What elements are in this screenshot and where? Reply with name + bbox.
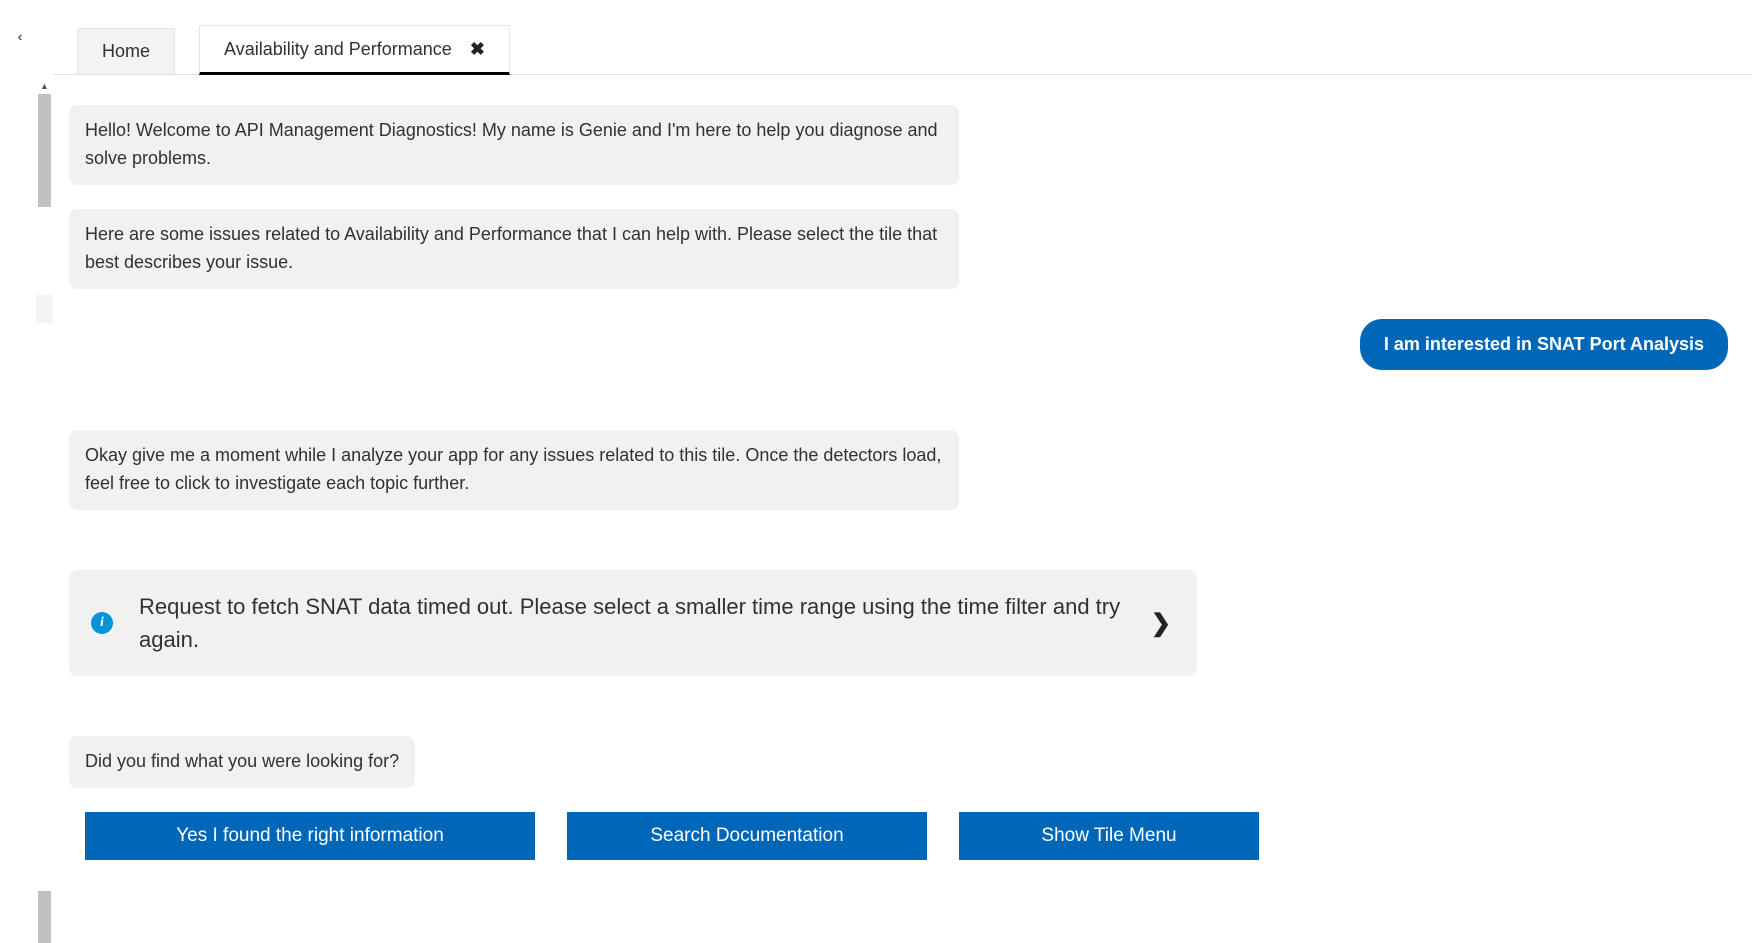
scrollbar[interactable]: ▲ xyxy=(36,0,53,943)
tab-label: Availability and Performance xyxy=(224,39,452,60)
tab-home[interactable]: Home xyxy=(77,28,175,74)
scroll-segment xyxy=(36,295,53,323)
close-icon[interactable]: ✖ xyxy=(470,40,485,58)
search-documentation-button[interactable]: Search Documentation xyxy=(567,812,927,860)
info-icon: i xyxy=(91,612,113,634)
collapse-icon[interactable]: ‹‹ xyxy=(18,30,19,43)
chat-area: Hello! Welcome to API Management Diagnos… xyxy=(53,75,1752,890)
scroll-thumb[interactable] xyxy=(38,94,51,207)
tab-availability-performance[interactable]: Availability and Performance ✖ xyxy=(199,25,510,75)
yes-found-info-button[interactable]: Yes I found the right information xyxy=(85,812,535,860)
info-card-snat-timeout[interactable]: i Request to fetch SNAT data timed out. … xyxy=(69,570,1197,676)
bot-message: Hello! Welcome to API Management Diagnos… xyxy=(69,105,959,185)
user-message: I am interested in SNAT Port Analysis xyxy=(1360,319,1728,371)
bot-message: Did you find what you were looking for? xyxy=(69,736,415,788)
bot-message: Here are some issues related to Availabi… xyxy=(69,209,959,289)
show-tile-menu-button[interactable]: Show Tile Menu xyxy=(959,812,1259,860)
bot-message: Okay give me a moment while I analyze yo… xyxy=(69,430,959,510)
tab-label: Home xyxy=(102,41,150,62)
chevron-right-icon: ❯ xyxy=(1147,609,1175,638)
scroll-up-arrow-icon[interactable]: ▲ xyxy=(36,78,53,94)
scroll-thumb[interactable] xyxy=(38,891,51,943)
tabbar: Home Availability and Performance ✖ xyxy=(53,0,1752,75)
info-card-text: Request to fetch SNAT data timed out. Pl… xyxy=(139,590,1121,656)
